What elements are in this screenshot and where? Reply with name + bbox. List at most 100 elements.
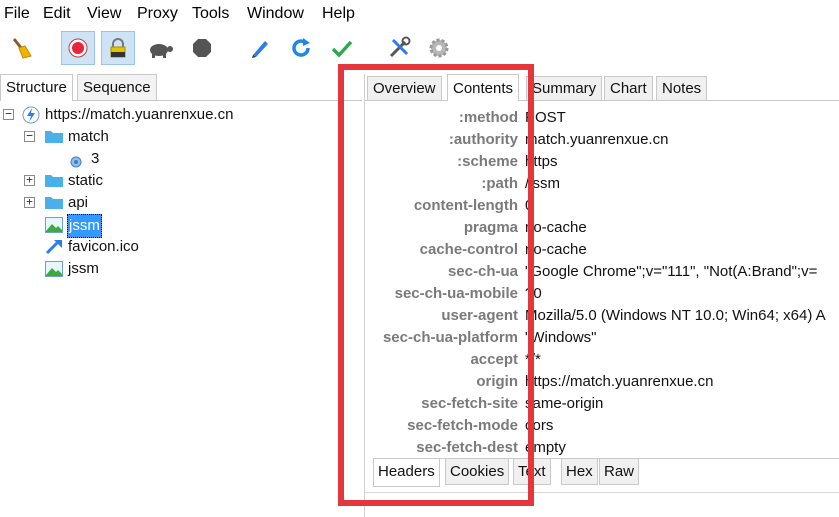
tree-label-root: https://match.yuanrenxue.cn — [45, 106, 234, 123]
pencil-icon[interactable] — [243, 31, 277, 65]
header-value: https — [525, 153, 558, 170]
header-row: content-length 0 — [365, 195, 839, 217]
toolbar — [0, 28, 839, 68]
header-value: "Windows" — [525, 329, 597, 346]
menu-bar: File Edit View Proxy Tools Window Help — [0, 0, 839, 28]
header-row: :authority match.yuanrenxue.cn — [365, 129, 839, 151]
tab-overview[interactable]: Overview — [367, 76, 442, 100]
header-name: :scheme — [457, 153, 518, 170]
header-name: pragma — [463, 219, 518, 236]
tools-icon[interactable] — [382, 31, 416, 65]
settings-gear-icon[interactable] — [422, 31, 456, 65]
image-icon — [45, 217, 63, 233]
header-row: :path/jssm — [365, 173, 839, 195]
tab-sequence[interactable]: Sequence — [77, 74, 157, 100]
redirect-arrow-icon — [45, 240, 62, 255]
right-tab-bar: Overview Contents Summary Chart Notes — [365, 74, 839, 101]
header-name: origin — [476, 373, 518, 390]
header-name: :authority — [448, 131, 518, 148]
header-value: https://match.yuanrenxue.cn — [525, 373, 714, 390]
header-row: :method POST — [365, 107, 839, 129]
header-value: Mozilla/5.0 (Windows NT 10.0; Win64; x64… — [525, 307, 826, 324]
menu-proxy[interactable]: Proxy — [137, 5, 178, 23]
tree-node-favicon[interactable]: favicon.ico — [0, 236, 200, 258]
tree-label-jssm-selected: jssm — [67, 214, 102, 238]
menu-help[interactable]: Help — [322, 5, 355, 23]
tree-node-static[interactable]: + static — [0, 170, 200, 192]
menu-file[interactable]: File — [4, 5, 30, 23]
header-value: match.yuanrenxue.cn — [525, 131, 669, 148]
record-icon[interactable] — [61, 31, 95, 65]
tab-contents[interactable]: Contents — [447, 74, 520, 101]
tab-structure[interactable]: Structure — [0, 74, 73, 101]
tab-summary[interactable]: Summary — [526, 76, 603, 100]
header-name: sec-ch-ua-mobile — [394, 285, 518, 302]
tree-node-match[interactable]: − match — [0, 126, 200, 148]
folder-icon — [45, 197, 63, 209]
header-value: */* — [525, 351, 541, 368]
header-value: no-cache — [525, 219, 587, 236]
header-value: POST — [525, 109, 566, 126]
menu-tools[interactable]: Tools — [192, 5, 229, 23]
header-name: user-agent — [441, 307, 518, 324]
header-name: cache-control — [419, 241, 518, 258]
tree-label-3: 3 — [91, 150, 100, 167]
stop-hex-icon[interactable] — [185, 31, 219, 65]
header-row: :scheme https — [365, 151, 839, 173]
left-tab-bar: Structure Sequence — [0, 74, 362, 101]
collapse-icon[interactable]: − — [3, 108, 14, 120]
header-row: accept */* — [365, 349, 839, 371]
folder-icon — [45, 175, 63, 187]
header-name: :method — [458, 109, 518, 126]
divider — [365, 492, 839, 493]
header-row: sec-ch-ua-platform "Windows" — [365, 327, 839, 349]
header-row: sec-ch-ua "Google Chrome";v="111", "Not(A… — [365, 261, 839, 283]
tab-notes[interactable]: Notes — [656, 76, 708, 100]
expand-icon[interactable]: + — [24, 196, 35, 208]
header-value: "Google Chrome";v="111", "Not(A:Brand";v… — [525, 263, 818, 280]
header-row: sec-fetch-mode cors — [365, 415, 839, 437]
tab-cookies[interactable]: Cookies — [445, 459, 510, 485]
header-row: sec-fetch-site same-origin — [365, 393, 839, 415]
broom-icon[interactable] — [4, 31, 38, 65]
check-icon[interactable] — [325, 31, 359, 65]
header-name: sec-ch-ua — [447, 263, 518, 280]
expand-icon[interactable]: + — [24, 174, 35, 186]
header-row: user-agent Mozilla/5.0 (Windows NT 10.0; … — [365, 305, 839, 327]
tree-node-jssm-selected[interactable]: jssm — [0, 214, 200, 238]
tree-node-api[interactable]: + api — [0, 192, 200, 214]
header-name: content-length — [413, 197, 518, 214]
header-row: pragma no-cache — [365, 217, 839, 239]
tab-chart[interactable]: Chart — [604, 76, 653, 100]
tree-label-match: match — [68, 128, 109, 145]
collapse-icon[interactable]: − — [24, 130, 35, 142]
tab-headers[interactable]: Headers — [373, 459, 440, 487]
left-pane: Structure Sequence − https://match.yuanr… — [0, 74, 362, 517]
turtle-icon[interactable] — [143, 31, 177, 65]
tree-node-root[interactable]: − https://match.yuanrenxue.cn — [0, 104, 300, 126]
menu-view[interactable]: View — [87, 5, 121, 23]
header-name: sec-fetch-site — [421, 395, 518, 412]
menu-window[interactable]: Window — [247, 5, 304, 23]
tree-node-3[interactable]: 3 — [0, 148, 200, 170]
tab-raw[interactable]: Raw — [599, 459, 640, 485]
header-value: /jssm — [525, 175, 560, 192]
header-row: sec-ch-ua-mobile ?0 — [365, 283, 839, 305]
header-row: sec-fetch-dest empty — [365, 437, 839, 459]
header-name: sec-fetch-mode — [407, 417, 518, 434]
tree-label-api: api — [68, 194, 89, 211]
header-value: ?0 — [525, 285, 542, 302]
tree-node-jssm[interactable]: jssm — [0, 258, 200, 280]
refresh-icon[interactable] — [284, 31, 318, 65]
right-pane: Overview Contents Summary Chart Notes :m… — [364, 74, 839, 517]
lock-icon[interactable] — [101, 31, 135, 65]
tab-hex[interactable]: Hex — [561, 459, 598, 485]
header-value: same-origin — [525, 395, 604, 412]
menu-edit[interactable]: Edit — [43, 5, 71, 23]
bottom-tab-bar: Headers Cookies Text Hex Raw — [373, 458, 839, 487]
tab-text[interactable]: Text — [513, 459, 551, 485]
header-value: empty — [525, 439, 566, 456]
header-name: sec-fetch-dest — [416, 439, 518, 456]
header-name: :path — [481, 175, 518, 192]
folder-icon — [45, 131, 63, 143]
